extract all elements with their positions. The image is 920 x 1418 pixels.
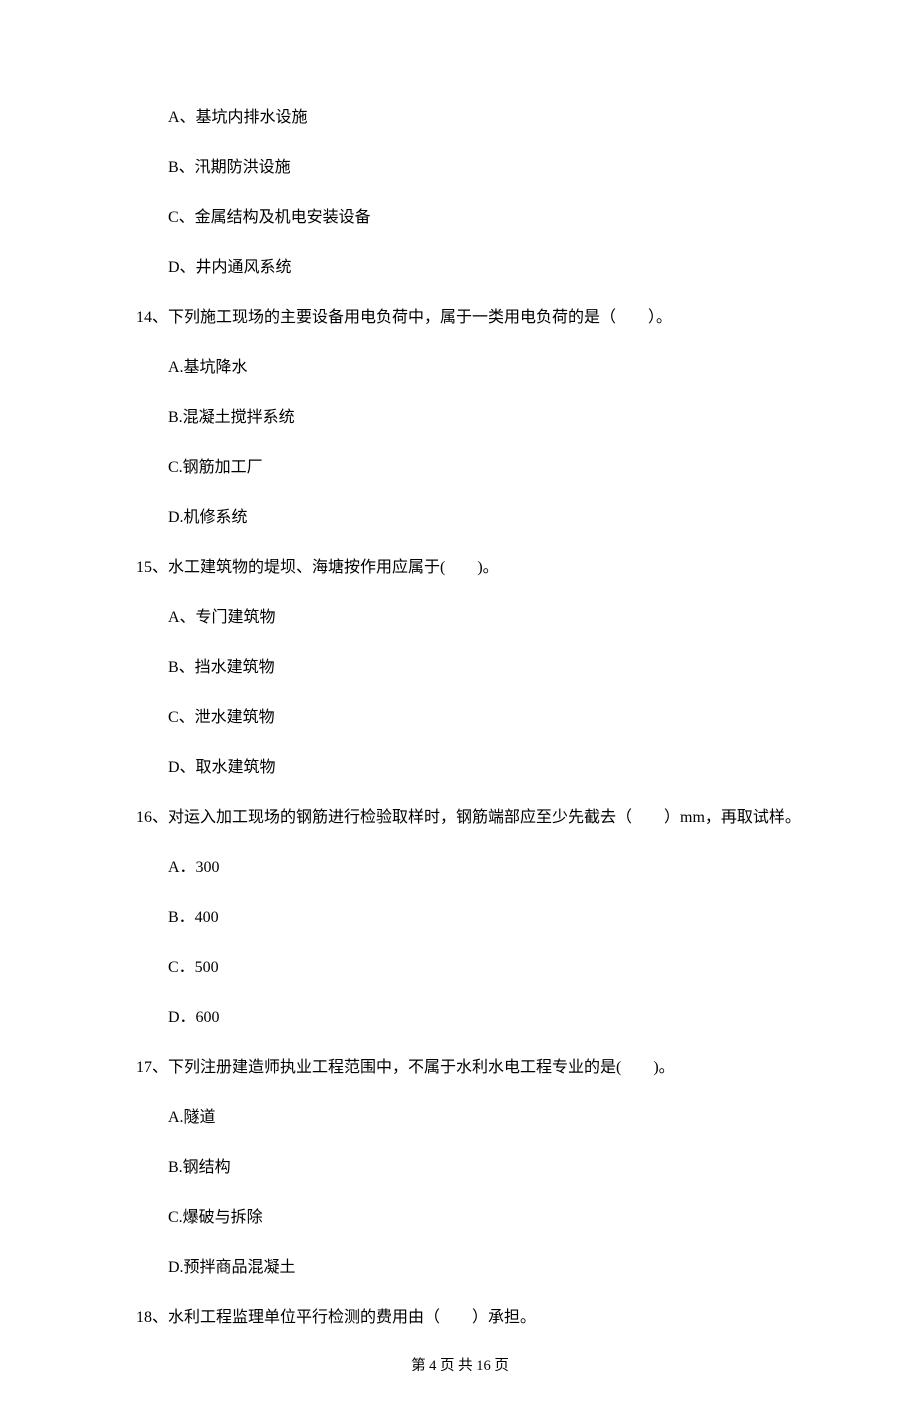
- q17-option-b: B.钢结构: [168, 1156, 820, 1180]
- q15-option-a: A、专门建筑物: [168, 606, 820, 630]
- q17-option-a: A.隧道: [168, 1106, 820, 1130]
- q17-option-c: C.爆破与拆除: [168, 1206, 820, 1230]
- q16-option-b: B．400: [168, 906, 820, 930]
- q15-option-b: B、挡水建筑物: [168, 656, 820, 680]
- q15-option-d: D、取水建筑物: [168, 756, 820, 780]
- q14-text: 14、下列施工现场的主要设备用电负荷中，属于一类用电负荷的是（ ）。: [136, 306, 820, 330]
- q13-option-d: D、井内通风系统: [168, 256, 820, 280]
- q17-text: 17、下列注册建造师执业工程范围中，不属于水利水电工程专业的是( )。: [136, 1056, 820, 1080]
- q17-option-d: D.预拌商品混凝土: [168, 1256, 820, 1280]
- q14-option-d: D.机修系统: [168, 506, 820, 530]
- q14-option-b: B.混凝土搅拌系统: [168, 406, 820, 430]
- q16-option-a: A．300: [168, 856, 820, 880]
- q16-option-c: C．500: [168, 956, 820, 980]
- q13-option-a: A、基坑内排水设施: [168, 106, 820, 130]
- q16-text: 16、对运入加工现场的钢筋进行检验取样时，钢筋端部应至少先截去（ ）mm，再取试…: [136, 806, 820, 830]
- q14-option-c: C.钢筋加工厂: [168, 456, 820, 480]
- q13-option-b: B、汛期防洪设施: [168, 156, 820, 180]
- q14-option-a: A.基坑降水: [168, 356, 820, 380]
- q18-text: 18、水利工程监理单位平行检测的费用由（ ）承担。: [136, 1306, 820, 1330]
- q15-text: 15、水工建筑物的堤坝、海塘按作用应属于( )。: [136, 556, 820, 580]
- q15-option-c: C、泄水建筑物: [168, 706, 820, 730]
- q13-option-c: C、金属结构及机电安装设备: [168, 206, 820, 230]
- q16-option-d: D．600: [168, 1006, 820, 1030]
- page-footer: 第 4 页 共 16 页: [0, 1356, 920, 1378]
